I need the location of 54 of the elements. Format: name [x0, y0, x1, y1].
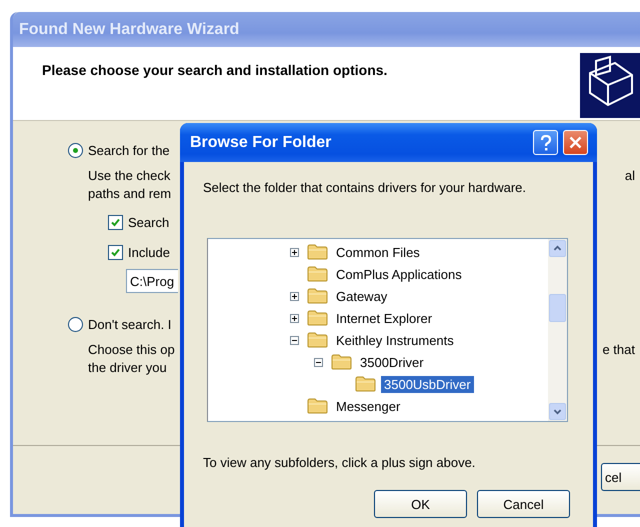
checkbox-label: Include — [128, 244, 170, 260]
page-heading: Please choose your search and installation options. — [42, 62, 388, 80]
cancel-button[interactable]: cel — [601, 463, 640, 491]
option-description: Choose this op — [88, 341, 175, 359]
folder-item[interactable]: Internet Explorer — [333, 310, 436, 326]
question-mark-icon — [540, 134, 552, 150]
option-description: the driver you — [88, 359, 167, 377]
scroll-thumb[interactable] — [549, 294, 566, 322]
folder-item[interactable]: ComPlus Applications — [333, 266, 465, 282]
option-label: Don't search. I — [88, 316, 172, 332]
folder-icon — [307, 398, 328, 414]
checkbox-label: Search — [128, 214, 170, 230]
folder-item[interactable]: 3500UsbDriver — [381, 376, 474, 392]
scrollbar[interactable] — [548, 239, 567, 421]
close-icon — [569, 136, 582, 149]
folder-icon — [307, 244, 328, 260]
folder-icon — [355, 376, 376, 392]
help-button[interactable] — [533, 130, 558, 155]
option-label: Search for the — [88, 142, 170, 158]
option-description: Use the check — [88, 167, 170, 185]
checkmark-icon — [111, 218, 120, 226]
instruction-text: Select the folder that contains drivers for your hardware. — [203, 180, 527, 195]
cancel-button[interactable]: Cancel — [477, 490, 570, 518]
option-description: e that — [602, 341, 635, 359]
expand-icon[interactable] — [290, 314, 299, 322]
option-description: paths and rem — [88, 185, 172, 203]
close-button[interactable] — [563, 130, 588, 155]
ok-button[interactable]: OK — [374, 490, 467, 518]
folder-item[interactable]: Keithley Instruments — [333, 332, 457, 348]
folder-icon — [307, 266, 328, 282]
window-title: Found New Hardware Wizard — [19, 20, 240, 38]
checkbox[interactable] — [108, 214, 123, 230]
folder-item[interactable]: Gateway — [333, 288, 390, 304]
expand-icon[interactable] — [290, 292, 299, 300]
option-description: al — [624, 167, 635, 185]
checkmark-icon — [111, 248, 120, 256]
collapse-icon[interactable] — [314, 358, 323, 366]
hint-text: To view any subfolders, click a plus sign above. — [203, 455, 476, 470]
folder-item[interactable]: 3500Driver — [357, 354, 427, 370]
dialog-title: Browse For Folder — [190, 134, 332, 152]
radio-button[interactable] — [68, 142, 83, 158]
radio-button[interactable] — [68, 316, 83, 332]
folder-icon — [307, 288, 328, 304]
expand-icon[interactable] — [290, 248, 299, 256]
folder-item[interactable]: Common Files — [333, 244, 423, 260]
folder-icon — [307, 310, 328, 326]
collapse-icon[interactable] — [290, 336, 299, 344]
path-field[interactable]: C:\Prog — [126, 269, 178, 293]
scroll-down-icon[interactable] — [549, 403, 566, 420]
checkbox[interactable] — [108, 244, 123, 260]
folder-item[interactable]: Messenger — [333, 398, 404, 414]
scroll-up-icon[interactable] — [549, 240, 566, 257]
folder-icon — [307, 332, 328, 348]
folder-icon — [331, 354, 352, 370]
